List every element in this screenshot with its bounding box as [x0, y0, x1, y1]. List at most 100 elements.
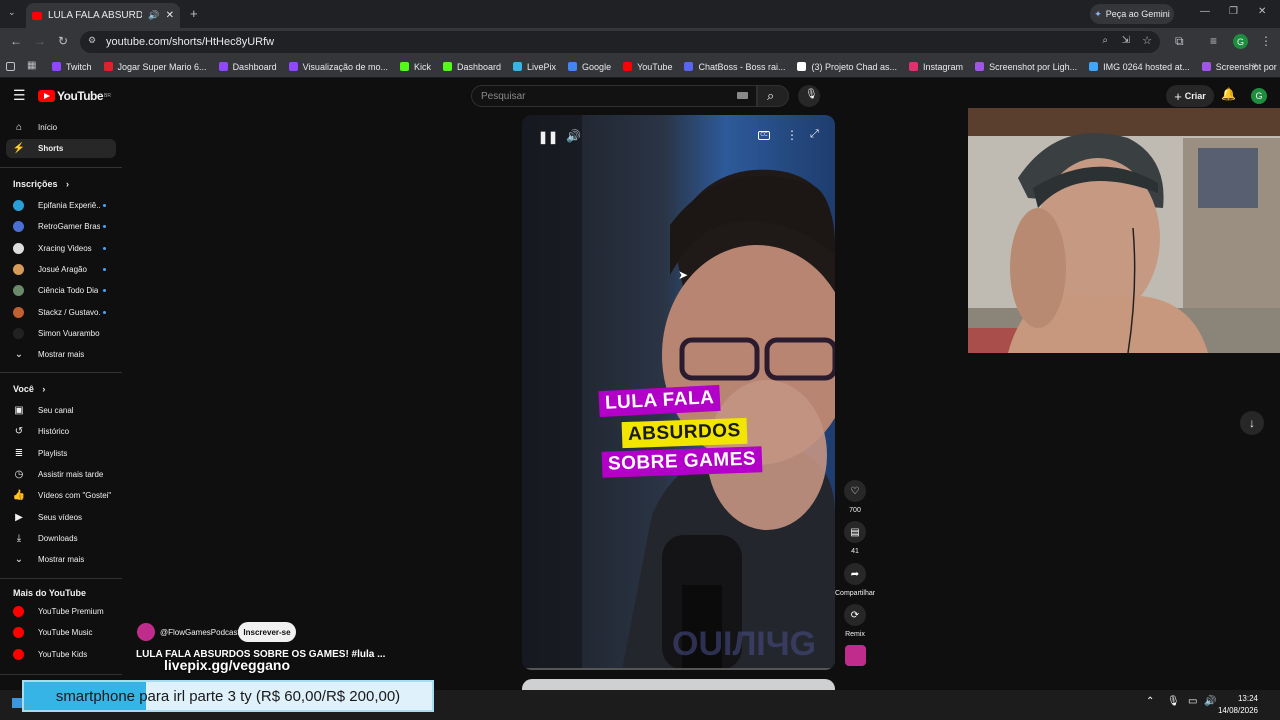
remix-button[interactable]: ⟳ [844, 604, 866, 626]
search-button[interactable]: ⌕ [757, 85, 789, 107]
channel-avatar[interactable] [137, 623, 155, 641]
notifications-icon[interactable]: 🔔 [1221, 87, 1236, 101]
chevron-right-icon: › [66, 179, 70, 189]
show-more-subs[interactable]: ⌄ Mostrar mais [6, 345, 116, 364]
sidebar-item-shorts[interactable]: ⚡ Shorts [6, 139, 116, 158]
extensions-icon[interactable]: ⧉ [1175, 34, 1184, 49]
short-video-player[interactable]: OUIЛIЧG ❚❚ 🔊 CC ⋮ ⤢ LULA FALA ABSURDOS S… [522, 115, 835, 670]
sidebar-item-you[interactable]: ▣ Seu canal [6, 401, 116, 420]
youtube-premium-icon [13, 606, 24, 617]
sidebar-subscription[interactable]: Josué Aragão [6, 260, 116, 279]
windows-start-icon[interactable] [12, 698, 22, 708]
new-tab-icon[interactable]: + [190, 6, 198, 21]
like-button[interactable]: ♡ [844, 480, 866, 502]
bookmark-item[interactable]: ChatBoss - Boss rai... [684, 62, 785, 72]
bookmark-star-icon[interactable]: ☆ [1142, 34, 1152, 47]
bookmark-item[interactable]: YouTube [623, 62, 672, 72]
watch-later-icon: ◷ [14, 468, 24, 480]
gemini-button[interactable]: ✦ Peça ao Gemini [1090, 4, 1174, 24]
browser-menu-icon[interactable]: ⋮ [1260, 34, 1272, 48]
sidebar-item-you[interactable]: ≣ Playlists [6, 444, 116, 463]
reading-list-icon[interactable]: ≡ [1210, 34, 1217, 48]
tray-network-icon[interactable]: ▭ [1188, 696, 1197, 707]
maximize-icon[interactable]: ❐ [1229, 6, 1238, 17]
sidebar-item-you[interactable]: ◷ Assistir mais tarde [6, 465, 116, 484]
bookmark-favicon-icon [103, 62, 113, 71]
url-field[interactable]: ⚙ youtube.com/shorts/HtHec8yURfw ⌕ ⇲ ☆ [80, 31, 1160, 53]
bookmark-item[interactable]: LivePix [513, 62, 556, 72]
sidebar-subscription[interactable]: Xracing Videos [6, 239, 116, 258]
bookmark-item[interactable]: Instagram [909, 62, 963, 72]
share-button[interactable]: ➦ [844, 563, 866, 585]
sidebar-subscription[interactable]: Ciência Todo Dia [6, 281, 116, 300]
sidebar-item-more[interactable]: YouTube Premium [6, 602, 116, 621]
bookmark-item[interactable]: Jogar Super Mario 6... [103, 62, 207, 72]
sidebar-subscription[interactable]: Stackz / Gustavo... [6, 303, 116, 322]
close-window-icon[interactable]: ✕ [1258, 6, 1266, 17]
browser-tab-active[interactable]: LULA FALA ABSURDOS SOB 🔊 ✕ [26, 3, 180, 28]
profile-avatar[interactable]: G [1233, 34, 1248, 49]
grid-icon[interactable]: ▦ [27, 60, 36, 71]
forward-icon[interactable]: → [34, 34, 46, 48]
channel-handle[interactable]: @FlowGamesPodcast [160, 628, 240, 637]
country-code: BR [104, 93, 111, 99]
back-icon[interactable]: ← [10, 34, 22, 48]
pause-icon[interactable]: ❚❚ [538, 130, 558, 144]
bookmark-item[interactable]: (3) Projeto Chad as... [797, 62, 897, 72]
minimize-icon[interactable]: — [1200, 6, 1210, 17]
tab-search-icon[interactable]: ⌄ [8, 7, 16, 18]
comments-button[interactable]: ▤ [844, 521, 866, 543]
sidebar-item-more[interactable]: YouTube Music [6, 623, 116, 642]
sidebar-item-you[interactable]: ↺ Histórico [6, 422, 116, 441]
reload-icon[interactable]: ↻ [58, 34, 68, 48]
more-bookmarks-icon[interactable]: » [1252, 60, 1258, 71]
bookmark-item[interactable]: Dashboard [218, 62, 277, 72]
search-input[interactable]: Pesquisar [471, 85, 757, 107]
voice-search-button[interactable]: 🎙 [798, 85, 820, 107]
bookmark-item[interactable]: Kick [399, 62, 431, 72]
subscribe-button[interactable]: Inscrever-se [238, 622, 296, 642]
sidebar-item-label: Playlists [38, 448, 68, 458]
sidebar-item-you[interactable]: 👍 Vídeos com "Gostei" [6, 486, 116, 505]
youtube-logo[interactable]: YouTube BR [38, 89, 111, 103]
you-heading[interactable]: Você › [13, 384, 45, 394]
subscriptions-heading[interactable]: Inscrições › [13, 179, 69, 189]
bookmark-item[interactable]: Screenshot por Ligh... [975, 62, 1077, 72]
sidebar-item-label: Shorts [38, 144, 64, 153]
bookmark-item[interactable]: Twitch [52, 62, 92, 72]
sidebar-item-you[interactable]: ⌄ Mostrar mais [6, 550, 116, 569]
menu-icon[interactable]: ☰ [13, 87, 26, 104]
bookmark-item[interactable]: IMG 0264 hosted at... [1089, 62, 1190, 72]
sidebar-subscription[interactable]: RetroGamer Brasil [6, 217, 116, 236]
sidebar-item-you[interactable]: ⤓ Downloads [6, 529, 116, 548]
tray-volume-icon[interactable]: 🔊 [1204, 696, 1216, 707]
bookmark-item[interactable]: Google [568, 62, 611, 72]
fullscreen-icon[interactable]: ⤢ [810, 128, 819, 141]
apps-icon[interactable] [6, 62, 15, 71]
sidebar-item-home[interactable]: ⌂ Início [6, 118, 116, 137]
next-short-button[interactable]: ↓ [1240, 411, 1264, 435]
create-button[interactable]: + Criar [1166, 85, 1214, 107]
install-app-icon[interactable]: ⇲ [1122, 35, 1130, 46]
bookmark-item[interactable]: Dashboard [443, 62, 501, 72]
more-options-icon[interactable]: ⋮ [786, 128, 798, 142]
site-info-icon[interactable]: ⚙ [88, 35, 96, 46]
keyboard-icon[interactable] [737, 92, 748, 99]
bookmark-item[interactable]: Visualização de mo... [288, 62, 388, 72]
bookmark-item[interactable]: Screenshot por Ligh... [1201, 62, 1280, 72]
sidebar-item-you[interactable]: ▶ Seus vídeos [6, 508, 116, 527]
audio-playing-icon[interactable]: 🔊 [148, 10, 159, 21]
sound-thumbnail[interactable] [845, 645, 866, 666]
tab-close-icon[interactable]: ✕ [166, 10, 174, 21]
sidebar-item-more[interactable]: YouTube Kids [6, 645, 116, 664]
tray-chevron-icon[interactable]: ⌃ [1146, 696, 1154, 707]
account-avatar[interactable]: G [1251, 88, 1267, 104]
sidebar-subscription[interactable]: Epifania Experiê... [6, 196, 116, 215]
tray-mic-icon[interactable]: 🎙 [1167, 696, 1180, 707]
sidebar-subscription[interactable]: Simon Vuarambon [6, 324, 116, 343]
zoom-icon[interactable]: ⌕ [1102, 35, 1108, 46]
captions-icon[interactable]: CC [758, 131, 770, 140]
progress-track[interactable] [522, 668, 835, 670]
volume-icon[interactable]: 🔊 [566, 129, 581, 143]
system-clock[interactable]: 13:24 14/08/2026 [1218, 693, 1258, 717]
